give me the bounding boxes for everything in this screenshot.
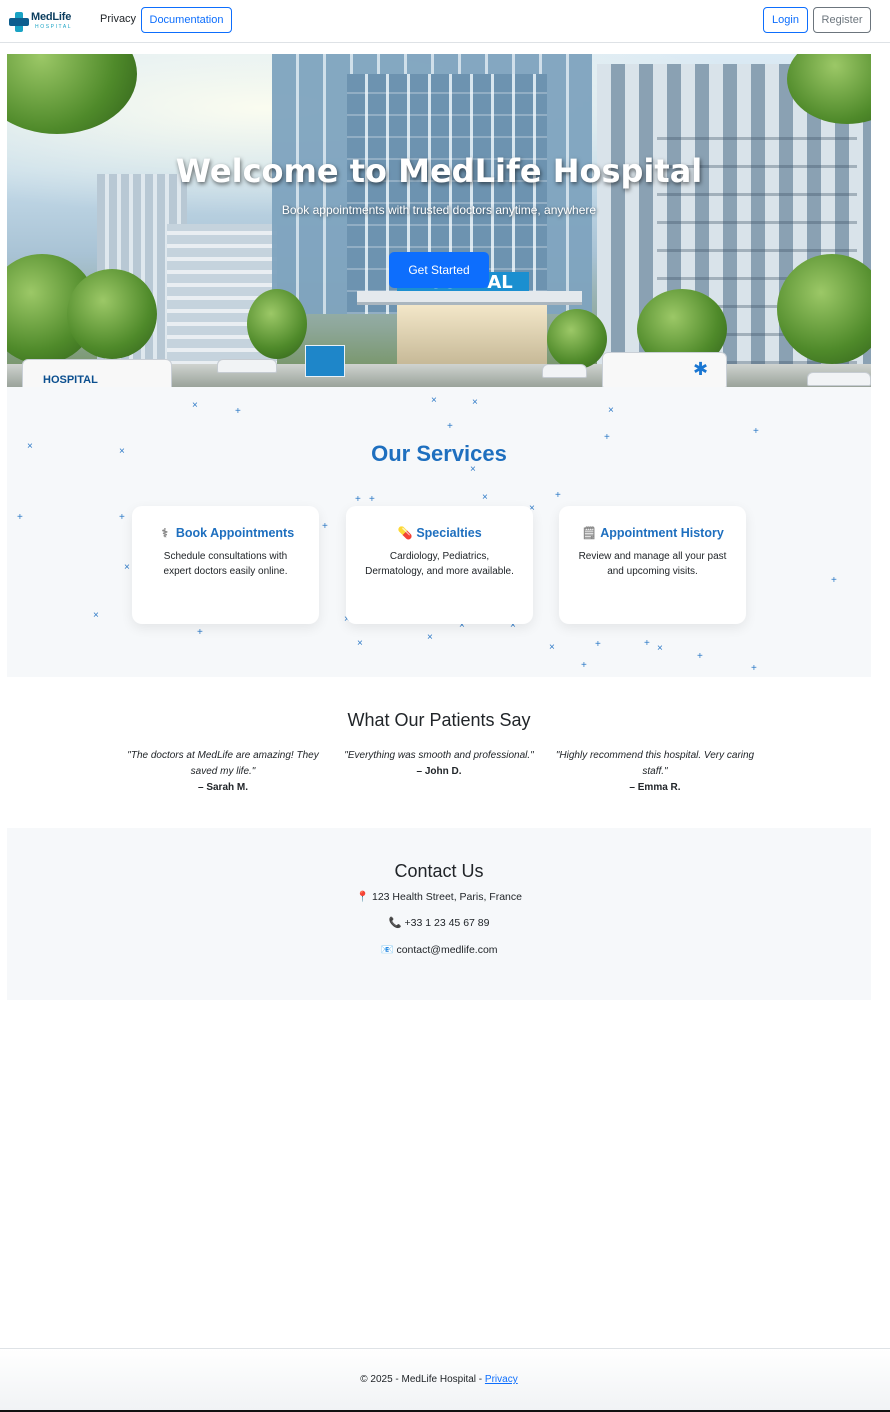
register-button[interactable]: Register (813, 7, 871, 33)
sparkle-icon: + (753, 426, 759, 437)
contact-section: Contact Us 📍 123 Health Street, Paris, F… (7, 828, 871, 1000)
service-card-specialties[interactable]: 💊 Specialties Cardiology, Pediatrics, Der… (346, 506, 533, 624)
services-title: Our Services (371, 441, 507, 466)
footer-text: © 2025 - MedLife Hospital - Privacy (360, 1374, 518, 1385)
testimonial-quote: "Highly recommend this hospital. Very ca… (555, 750, 755, 777)
sparkle-icon: + (751, 663, 757, 674)
footer-privacy-link[interactable]: Privacy (485, 1374, 518, 1385)
mailbox-icon: 📧 (380, 944, 394, 956)
nav-link-privacy[interactable]: Privacy (100, 13, 136, 25)
hero-banner: HOSPITAL HOSPITAL ✱ Welcome to MedLife H… (7, 54, 871, 387)
pill-icon: 💊 (397, 526, 413, 540)
documentation-button[interactable]: Documentation (141, 7, 232, 33)
sparkle-icon: × (608, 405, 614, 416)
brand-name: MedLife (31, 11, 72, 23)
sparkle-icon: + (369, 494, 375, 505)
tree (547, 309, 607, 369)
map-pin-icon: 📍 (356, 891, 370, 903)
sparkle-icon: + (697, 651, 703, 662)
phone-icon: 📞 (388, 917, 402, 929)
hero-subtitle: Book appointments with trusted doctors a… (281, 203, 597, 217)
get-started-button[interactable]: Get Started (389, 252, 489, 288)
service-card-title: 🗒 Appointment History (581, 526, 724, 540)
sparkle-icon: + (581, 660, 587, 671)
sparkle-icon: + (235, 406, 241, 417)
sparkle-icon: × (657, 643, 663, 654)
navbar: MedLife HOSPITAL Privacy Documentation L… (0, 0, 890, 43)
tree (247, 289, 307, 359)
entrance-canopy (357, 291, 582, 305)
testimonial: "Highly recommend this hospital. Very ca… (555, 748, 755, 796)
service-card-book-appointments[interactable]: ⚕ Book Appointments Schedule consultation… (132, 506, 319, 624)
contact-phone: 📞 +33 1 23 45 67 89 (388, 917, 490, 929)
contact-email: 📧 contact@medlife.com (380, 944, 498, 956)
sparkle-icon: + (355, 494, 361, 505)
service-card-title: 💊 Specialties (397, 526, 482, 540)
brand-logo[interactable]: MedLife HOSPITAL (9, 10, 79, 32)
sparkle-icon: + (595, 639, 601, 650)
direction-sign (305, 345, 345, 377)
sparkle-icon: + (322, 521, 328, 532)
brand-subtitle: HOSPITAL (35, 24, 73, 30)
stethoscope-icon: ⚕ (161, 526, 169, 540)
sparkle-icon: + (644, 638, 650, 649)
medical-cross-icon (9, 12, 29, 32)
sparkle-icon: + (197, 627, 203, 638)
contact-address: 📍 123 Health Street, Paris, France (356, 891, 522, 903)
car (807, 372, 871, 386)
testimonial-author: – Emma R. (629, 782, 681, 793)
sparkle-icon: × (93, 610, 99, 621)
service-card-text: Schedule consultations with expert docto… (163, 551, 288, 577)
ambulance: HOSPITAL (22, 359, 172, 387)
sparkle-icon: × (549, 642, 555, 653)
service-card-title: ⚕ Book Appointments (132, 526, 319, 540)
testimonial-quote: "Everything was smooth and professional.… (344, 750, 534, 761)
sparkle-icon: × (482, 492, 488, 503)
hero-title: Welcome to MedLife Hospital (175, 152, 703, 190)
sparkle-icon: + (447, 421, 453, 432)
testimonial-author: – John D. (416, 766, 462, 777)
ambulance: ✱ (602, 352, 727, 387)
testimonial: "The doctors at MedLife are amazing! The… (123, 748, 323, 796)
service-card-text: Review and manage all your past and upco… (578, 551, 727, 577)
sparkle-icon: + (831, 575, 837, 586)
sparkle-icon: + (17, 512, 23, 523)
service-card-text: Cardiology, Pediatrics, Dermatology, and… (365, 551, 514, 577)
sparkle-icon: × (427, 632, 433, 643)
testimonial-author: – Sarah M. (197, 782, 249, 793)
testimonial: "Everything was smooth and professional.… (339, 748, 539, 780)
sparkle-icon: × (124, 562, 130, 573)
footer: © 2025 - MedLife Hospital - Privacy (0, 1348, 890, 1410)
services-section: ×+×+××++×××++×+×+++×+×+××××××++×+++ Our … (7, 387, 871, 677)
car (542, 364, 587, 378)
sparkle-icon: + (119, 512, 125, 523)
sparkle-icon: × (472, 397, 478, 408)
sparkle-icon: × (192, 400, 198, 411)
service-card-appointment-history[interactable]: 🗒 Appointment History Review and manage a… (559, 506, 746, 624)
ambulance-label: HOSPITAL (43, 374, 98, 386)
star-of-life-icon: ✱ (693, 359, 709, 379)
car (217, 359, 277, 373)
contact-title: Contact Us (394, 861, 484, 881)
sparkle-icon: × (431, 395, 437, 406)
sparkle-icon: × (357, 638, 363, 649)
testimonial-quote: "The doctors at MedLife are amazing! The… (127, 750, 319, 777)
sparkle-icon: + (555, 490, 561, 501)
login-button[interactable]: Login (763, 7, 808, 33)
tree (67, 269, 157, 359)
clipboard-icon: 🗒 (581, 526, 597, 540)
testimonials-title: What Our Patients Say (347, 710, 531, 730)
